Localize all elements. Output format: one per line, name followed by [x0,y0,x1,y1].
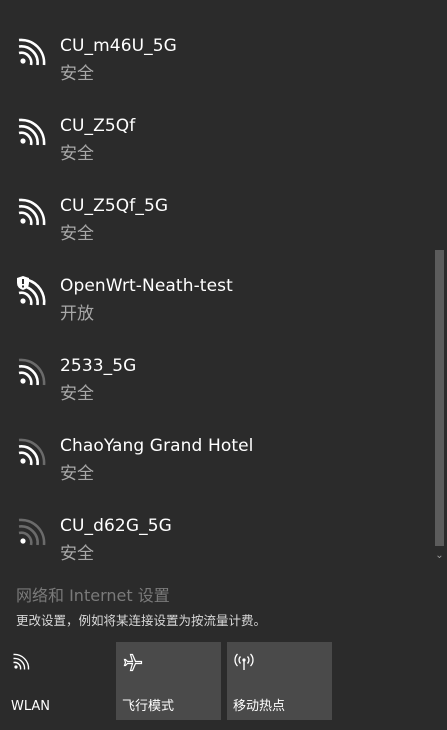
network-item[interactable]: OpenWrt-Neath-test 开放 [0,254,430,334]
airplane-mode-label: 飞行模式 [122,699,175,714]
wlan-label: WLAN [11,699,51,714]
wifi-signal-medium-icon [18,358,46,386]
network-status: 开放 [60,304,94,324]
hotspot-icon [234,653,254,670]
airplane-icon [123,653,143,672]
wifi-signal-full-icon [18,38,46,66]
airplane-mode-button[interactable]: 飞行模式 [116,642,221,720]
wifi-signal-medium-icon [18,438,46,466]
network-ssid: ChaoYang Grand Hotel [60,436,254,456]
network-status: 安全 [60,144,94,164]
network-item[interactable]: 2533_5G 安全 [0,334,430,414]
network-status: 安全 [60,64,94,84]
network-status: 安全 [60,464,94,484]
network-item[interactable]: CU_m46U_5G 安全 [0,14,430,94]
network-ssid: OpenWrt-Neath-test [60,276,233,296]
network-ssid: 2533_5G [60,356,137,376]
wifi-open-shield-icon [17,276,46,306]
network-settings-link[interactable]: 网络和 Internet 设置 [16,582,170,606]
mobile-hotspot-label: 移动热点 [233,699,286,714]
wlan-toggle-button[interactable]: WLAN [5,642,110,720]
network-item[interactable]: CU_Z5Qf 安全 [0,94,430,174]
network-list: CU_m46U_5G 安全 CU_Z5Qf 安全 CU_Z5Qf_5G 安全 O… [0,0,430,565]
network-ssid: CU_d62G_5G [60,516,172,536]
scrollbar-thumb[interactable] [435,250,444,546]
network-item[interactable]: CU_Z5Qf_5G 安全 [0,174,430,254]
network-settings-description: 更改设置，例如将某连接设置为按流量计费。 [16,613,267,628]
chevron-down-icon[interactable]: ⌄ [432,548,447,564]
network-ssid: CU_Z5Qf_5G [60,196,169,216]
network-item[interactable]: ChaoYang Grand Hotel 安全 [0,414,430,494]
network-ssid: CU_Z5Qf [60,116,136,136]
network-status: 安全 [60,384,94,404]
wifi-icon [13,653,30,670]
network-list-scrollbar[interactable]: ⌄ [432,0,447,566]
network-ssid: CU_m46U_5G [60,36,177,56]
network-item[interactable]: CU_d62G_5G 安全 [0,494,430,565]
mobile-hotspot-button[interactable]: 移动热点 [227,642,332,720]
wifi-signal-full-icon [18,198,46,226]
network-flyout: CU_m46U_5G 安全 CU_Z5Qf 安全 CU_Z5Qf_5G 安全 O… [0,0,447,730]
network-status: 安全 [60,544,94,564]
network-status: 安全 [60,224,94,244]
wifi-signal-full-icon [18,118,46,146]
wifi-signal-low-icon [18,518,46,546]
